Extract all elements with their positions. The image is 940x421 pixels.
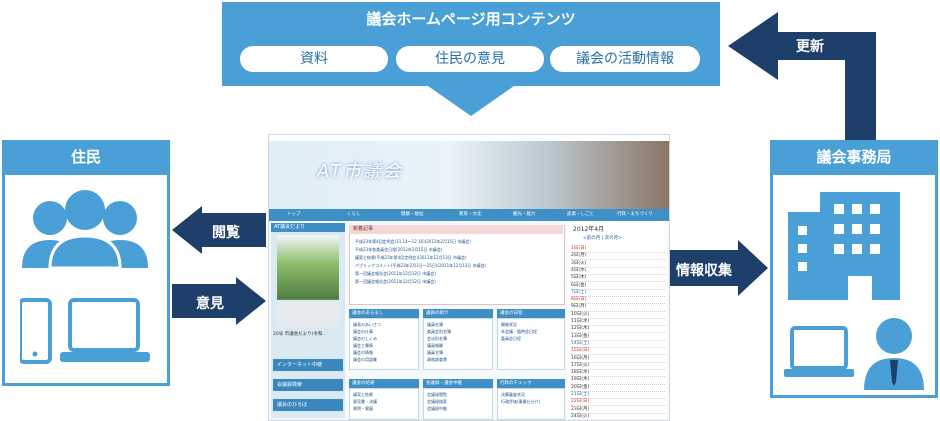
section-link[interactable]: 議会の用語集 <box>353 357 377 363</box>
news-item[interactable]: 第一回議会報告会(2011年12月12日 市議会) <box>355 279 436 285</box>
section-link[interactable]: 会議録閲覧 <box>427 392 447 398</box>
section-title: 議会の結果 <box>349 379 419 388</box>
secretariat-icons <box>784 192 924 390</box>
secretariat-title: 議会事務局 <box>770 140 938 174</box>
calendar-nav[interactable]: <前の月 | 次の月> <box>583 235 622 241</box>
collect-label: 情報収集 <box>676 263 732 279</box>
sidebar-note: 20号 市議会だより(令和... <box>273 332 327 337</box>
residents-title: 住民 <box>2 140 170 174</box>
laptop-icon <box>60 298 150 362</box>
nav-item[interactable]: 産業・しごと <box>567 209 594 221</box>
site-title: AT市議会 <box>317 161 403 182</box>
nav-item[interactable]: 行政・まちづくり <box>617 209 653 221</box>
section-title: 行政のチェック <box>497 379 565 388</box>
newsletter-cover[interactable] <box>277 235 339 327</box>
nav-item[interactable]: くらし <box>347 209 361 221</box>
news-item[interactable]: 議案と結果(平成23年第4回定例会)(2011年12月13日 市議会) <box>355 255 467 261</box>
news-item[interactable]: パブリックコメント(平成23年2月1日〜15日)(2011年12月13日 市議会… <box>355 263 486 269</box>
staff-person-icon <box>864 318 924 390</box>
nav-item[interactable]: 観光・魅力 <box>513 209 536 221</box>
news-item[interactable]: 平成23年各委員会日程(2012年2月15日 市議会) <box>355 247 442 253</box>
section-title: 会議録・議会中継 <box>423 379 493 388</box>
section-link[interactable]: 会派別名簿 <box>427 336 447 342</box>
calendar-month: 2012年4月 <box>573 226 605 233</box>
section-link[interactable]: 決算審査状況 <box>501 392 525 398</box>
section-link[interactable]: 会議録中継 <box>427 406 447 412</box>
section-link[interactable]: 議員報酬 <box>427 343 443 349</box>
section-link[interactable]: 議員名簿 <box>427 350 443 356</box>
live-stream-button[interactable]: インターネット中継 <box>273 359 343 371</box>
view-label: 閲覧 <box>212 225 240 241</box>
section-title: 議会の日程 <box>497 309 565 318</box>
section-link[interactable]: 議長のあいさつ <box>353 322 381 328</box>
calendar-day[interactable]: 24日(火) <box>571 413 665 420</box>
building-icon <box>788 192 900 300</box>
nav-item[interactable]: 教育・文化 <box>459 209 482 221</box>
down-arrow <box>428 86 514 116</box>
section-link[interactable]: 議会の仕事 <box>353 329 373 335</box>
minutes-search-button[interactable]: 会議録検索 <box>273 379 343 391</box>
plaza-button[interactable]: 議会のひろば <box>273 399 343 411</box>
site-nav: トップ くらし 健康・福祉 教育・文化 観光・魅力 産業・しごと 行政・まちづく… <box>269 209 669 221</box>
news-title: 新着記事 <box>349 225 563 234</box>
section-link[interactable]: 議会のしくみ <box>353 336 377 342</box>
section-title: 議員の紹介 <box>423 309 493 318</box>
section-link[interactable]: 議案と結果 <box>353 392 373 398</box>
section-link[interactable]: 委員会別名簿 <box>427 329 451 335</box>
section-title: 議会のあらまし <box>349 309 419 318</box>
section-link[interactable]: 本会議・臨時会日程 <box>501 329 537 335</box>
residents-icons <box>20 190 150 364</box>
opinion-label: 意見 <box>196 296 224 312</box>
section-link[interactable]: 議会の情報 <box>353 350 373 356</box>
section-link[interactable]: 行政評価(事業仕分け) <box>501 399 540 405</box>
news-item[interactable]: 第一回議会報告会(2011年12月12日 市議会) <box>355 271 436 277</box>
sidebar-title: AT議会だより <box>271 223 345 232</box>
smartphone-icon <box>20 298 52 364</box>
section-link[interactable]: 政務調査費 <box>427 357 447 363</box>
nav-item[interactable]: 健康・福祉 <box>401 209 424 221</box>
laptop-icon <box>784 326 854 377</box>
section-link[interactable]: 議会と陳情 <box>353 343 373 349</box>
section-link[interactable]: 質問・質疑 <box>353 406 373 412</box>
section-link[interactable]: 会議録検索 <box>427 399 447 405</box>
section-link[interactable]: 委員会日程 <box>501 336 521 342</box>
news-item[interactable]: 平成23年第4回定例会(11.14〜12.16)(2012年2月15日 市議会) <box>355 239 471 245</box>
section-link[interactable]: 議員名簿 <box>427 322 443 328</box>
update-arrow-stem <box>845 32 876 140</box>
nav-item[interactable]: トップ <box>287 209 301 221</box>
people-icon <box>22 190 148 270</box>
update-label: 更新 <box>796 39 824 55</box>
website-screenshot: AT市議会 トップ くらし 健康・福祉 教育・文化 観光・魅力 産業・しごと 行… <box>268 134 670 421</box>
section-link[interactable]: 意見書・決議 <box>353 399 377 405</box>
section-link[interactable]: 開催状況 <box>501 322 517 328</box>
